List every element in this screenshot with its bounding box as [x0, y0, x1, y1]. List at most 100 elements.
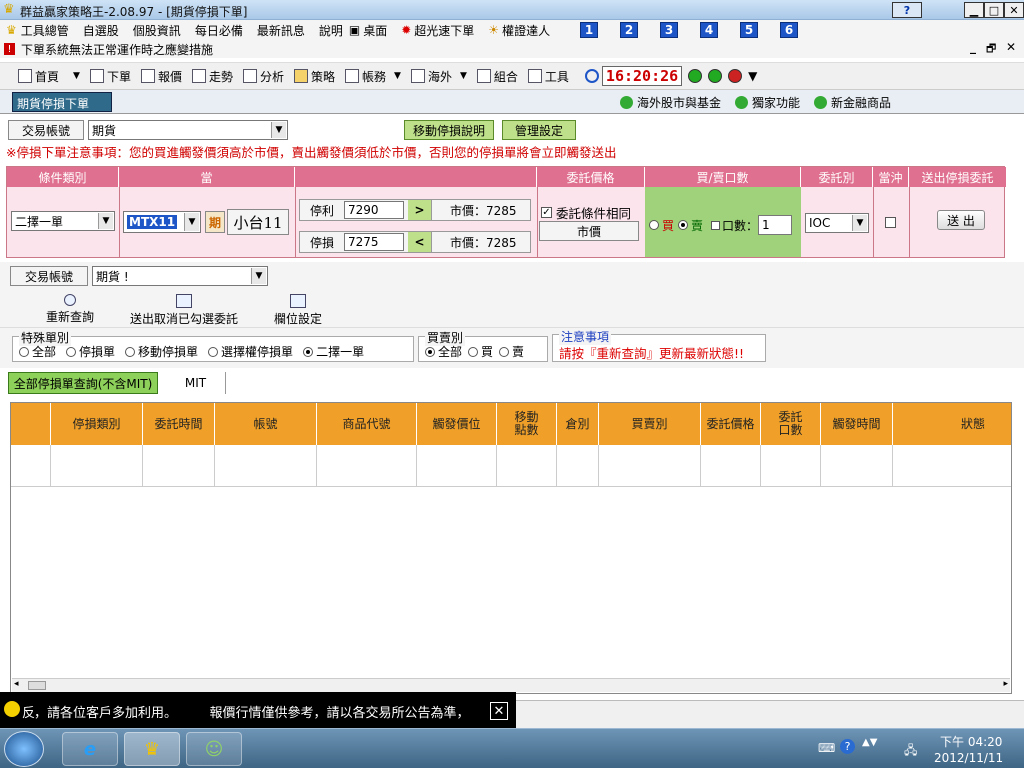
minimize-button[interactable]: ▁: [964, 2, 984, 18]
workspace-4[interactable]: 4: [700, 22, 719, 38]
workspace-5[interactable]: 5: [740, 22, 759, 38]
menu-help[interactable]: 說明: [319, 22, 343, 39]
toolbar-trend[interactable]: 走勢: [191, 68, 233, 85]
status-light-1-icon[interactable]: [688, 69, 703, 83]
tray-arrows-icon[interactable]: ▲▼: [862, 737, 877, 748]
stop-loss-input[interactable]: 7275: [344, 233, 404, 251]
same-cond-checkbox[interactable]: ✓ 委託條件相同: [541, 203, 631, 222]
cancel-selected-button[interactable]: 送出取消已勾選委託: [124, 294, 244, 327]
toolbar-account[interactable]: 帳務 ▼: [345, 68, 401, 85]
cond-type-select[interactable]: 二擇一單 ▼: [11, 211, 115, 231]
toolbar-order[interactable]: 下單: [89, 68, 131, 85]
buy-radio[interactable]: 買: [649, 217, 674, 234]
side-sell-radio[interactable]: 賣: [499, 343, 524, 360]
messenger-icon[interactable]: ☺: [186, 732, 242, 766]
tray-network-icon[interactable]: 🖧: [904, 741, 917, 762]
move-stoploss-help-button[interactable]: 移動停損說明: [404, 120, 494, 140]
menu-tools[interactable]: 工具總管: [21, 22, 69, 39]
tray-keyboard-icon[interactable]: ⌨: [818, 741, 835, 755]
grid-header-trigger[interactable]: 觸發價位: [417, 403, 497, 445]
special-option-radio[interactable]: 選擇權停損單: [208, 343, 293, 360]
link-overseas[interactable]: 海外股市與基金: [637, 94, 721, 111]
special-type-group: 特殊單別 全部 停損單 移動停損單 選擇權停損單 二擇一單: [12, 329, 414, 362]
grid-header-time[interactable]: 委託時間: [143, 403, 215, 445]
workspace-6[interactable]: 6: [780, 22, 799, 38]
tray-help-icon[interactable]: ?: [840, 739, 855, 754]
close-button[interactable]: ✕: [1004, 2, 1024, 18]
send-button[interactable]: 送 出: [937, 210, 985, 230]
toolbar-quote[interactable]: 報價: [140, 68, 182, 85]
start-button[interactable]: [4, 731, 44, 767]
toolbar-tools[interactable]: 工具: [527, 68, 569, 85]
column-settings-button[interactable]: 欄位設定: [268, 294, 328, 327]
tab-mit[interactable]: MIT: [166, 372, 226, 394]
daytrade-checkbox[interactable]: [885, 217, 896, 228]
more-dropdown[interactable]: ▼: [748, 69, 757, 83]
link-exclusive[interactable]: 獨家功能: [752, 94, 800, 111]
tab-all-stoploss[interactable]: 全部停損單查詢(不含MIT): [8, 372, 158, 394]
take-profit-input[interactable]: 7290: [344, 201, 404, 219]
help-button[interactable]: ?: [892, 2, 922, 18]
menu-daily[interactable]: 每日必備: [195, 22, 243, 39]
scroll-right-icon[interactable]: ▸: [1003, 679, 1008, 689]
header-qty: 買/賣口數: [645, 167, 801, 187]
special-either-radio[interactable]: 二擇一單: [303, 343, 364, 360]
manage-settings-button[interactable]: 管理設定: [502, 120, 576, 140]
grid-header-status[interactable]: 狀態: [893, 403, 1011, 445]
workspace-2[interactable]: 2: [620, 22, 639, 38]
workspace-3[interactable]: 3: [660, 22, 679, 38]
query-account-select[interactable]: 期貨 ! ▼: [92, 266, 268, 286]
ticker-close-icon[interactable]: ✕: [490, 702, 508, 720]
child-restore-button[interactable]: 🗗: [986, 40, 996, 59]
grid-header-position[interactable]: 倉別: [557, 403, 599, 445]
toolbar-overseas[interactable]: 海外 ▼: [410, 68, 467, 85]
grid-header-trigger-time[interactable]: 觸發時間: [821, 403, 893, 445]
tab-futures-stoploss[interactable]: 期貨停損下單: [12, 92, 112, 112]
menu-stock-info[interactable]: 個股資訊: [133, 22, 181, 39]
menu-desktop[interactable]: 桌面: [363, 22, 387, 39]
qty-input[interactable]: 1: [758, 215, 793, 235]
account-select[interactable]: 期貨 ▼: [88, 120, 288, 140]
grid-header-symbol[interactable]: 商品代號: [317, 403, 417, 445]
grid-header-side[interactable]: 買賣別: [599, 403, 701, 445]
status-light-3-icon[interactable]: [728, 69, 743, 83]
menu-flash-order[interactable]: 超光速下單: [414, 22, 474, 39]
app-crown-icon[interactable]: ♛: [124, 732, 180, 766]
toolbar-strategy[interactable]: 策略: [294, 68, 335, 85]
ie-icon[interactable]: e: [62, 732, 118, 766]
special-move-radio[interactable]: 移動停損單: [125, 343, 198, 360]
menu-news[interactable]: 最新訊息: [257, 22, 305, 39]
notice-link[interactable]: 下單系統無法正常運作時之應變措施: [21, 41, 213, 58]
special-all-radio[interactable]: 全部: [19, 343, 56, 360]
side-buy-radio[interactable]: 買: [468, 343, 493, 360]
menu-watchlist[interactable]: 自選股: [83, 22, 119, 39]
toolbar-combo[interactable]: 組合: [476, 68, 518, 85]
menu-warrant[interactable]: 權證達人: [502, 22, 550, 39]
sell-radio[interactable]: 賣: [678, 217, 703, 234]
workspace-1[interactable]: 1: [580, 22, 599, 38]
price-type-button[interactable]: 市價: [539, 221, 639, 241]
toolbar-home[interactable]: 首頁 ▼: [18, 68, 80, 85]
scroll-thumb[interactable]: [28, 681, 46, 690]
grid-header-qty[interactable]: 委託 口數: [761, 403, 821, 445]
qty-checkbox-icon[interactable]: [711, 220, 721, 230]
grid-header-move-points[interactable]: 移動 點數: [497, 403, 557, 445]
scroll-left-icon[interactable]: ◂: [14, 679, 19, 689]
link-new-products[interactable]: 新金融商品: [831, 94, 891, 111]
grid-header-price[interactable]: 委託價格: [701, 403, 761, 445]
period-button[interactable]: 期: [205, 211, 225, 233]
child-close-button[interactable]: ✕: [1006, 40, 1016, 54]
order-type-select[interactable]: IOC ▼: [805, 213, 869, 233]
restore-button[interactable]: □: [984, 2, 1004, 18]
symbol-select[interactable]: MTX11 ▼: [123, 211, 201, 233]
grid-header-account[interactable]: 帳號: [215, 403, 317, 445]
grid-header-type[interactable]: 停損類別: [51, 403, 143, 445]
toolbar-analysis[interactable]: 分析: [242, 68, 284, 85]
special-stoploss-radio[interactable]: 停損單: [66, 343, 115, 360]
side-all-radio[interactable]: 全部: [425, 343, 462, 360]
horizontal-scrollbar[interactable]: ◂ ▸: [12, 678, 1010, 692]
child-minimize-button[interactable]: _: [970, 40, 976, 54]
requery-button[interactable]: 重新查詢: [40, 294, 100, 325]
status-light-2-icon[interactable]: [708, 69, 723, 83]
divider: [873, 187, 874, 257]
